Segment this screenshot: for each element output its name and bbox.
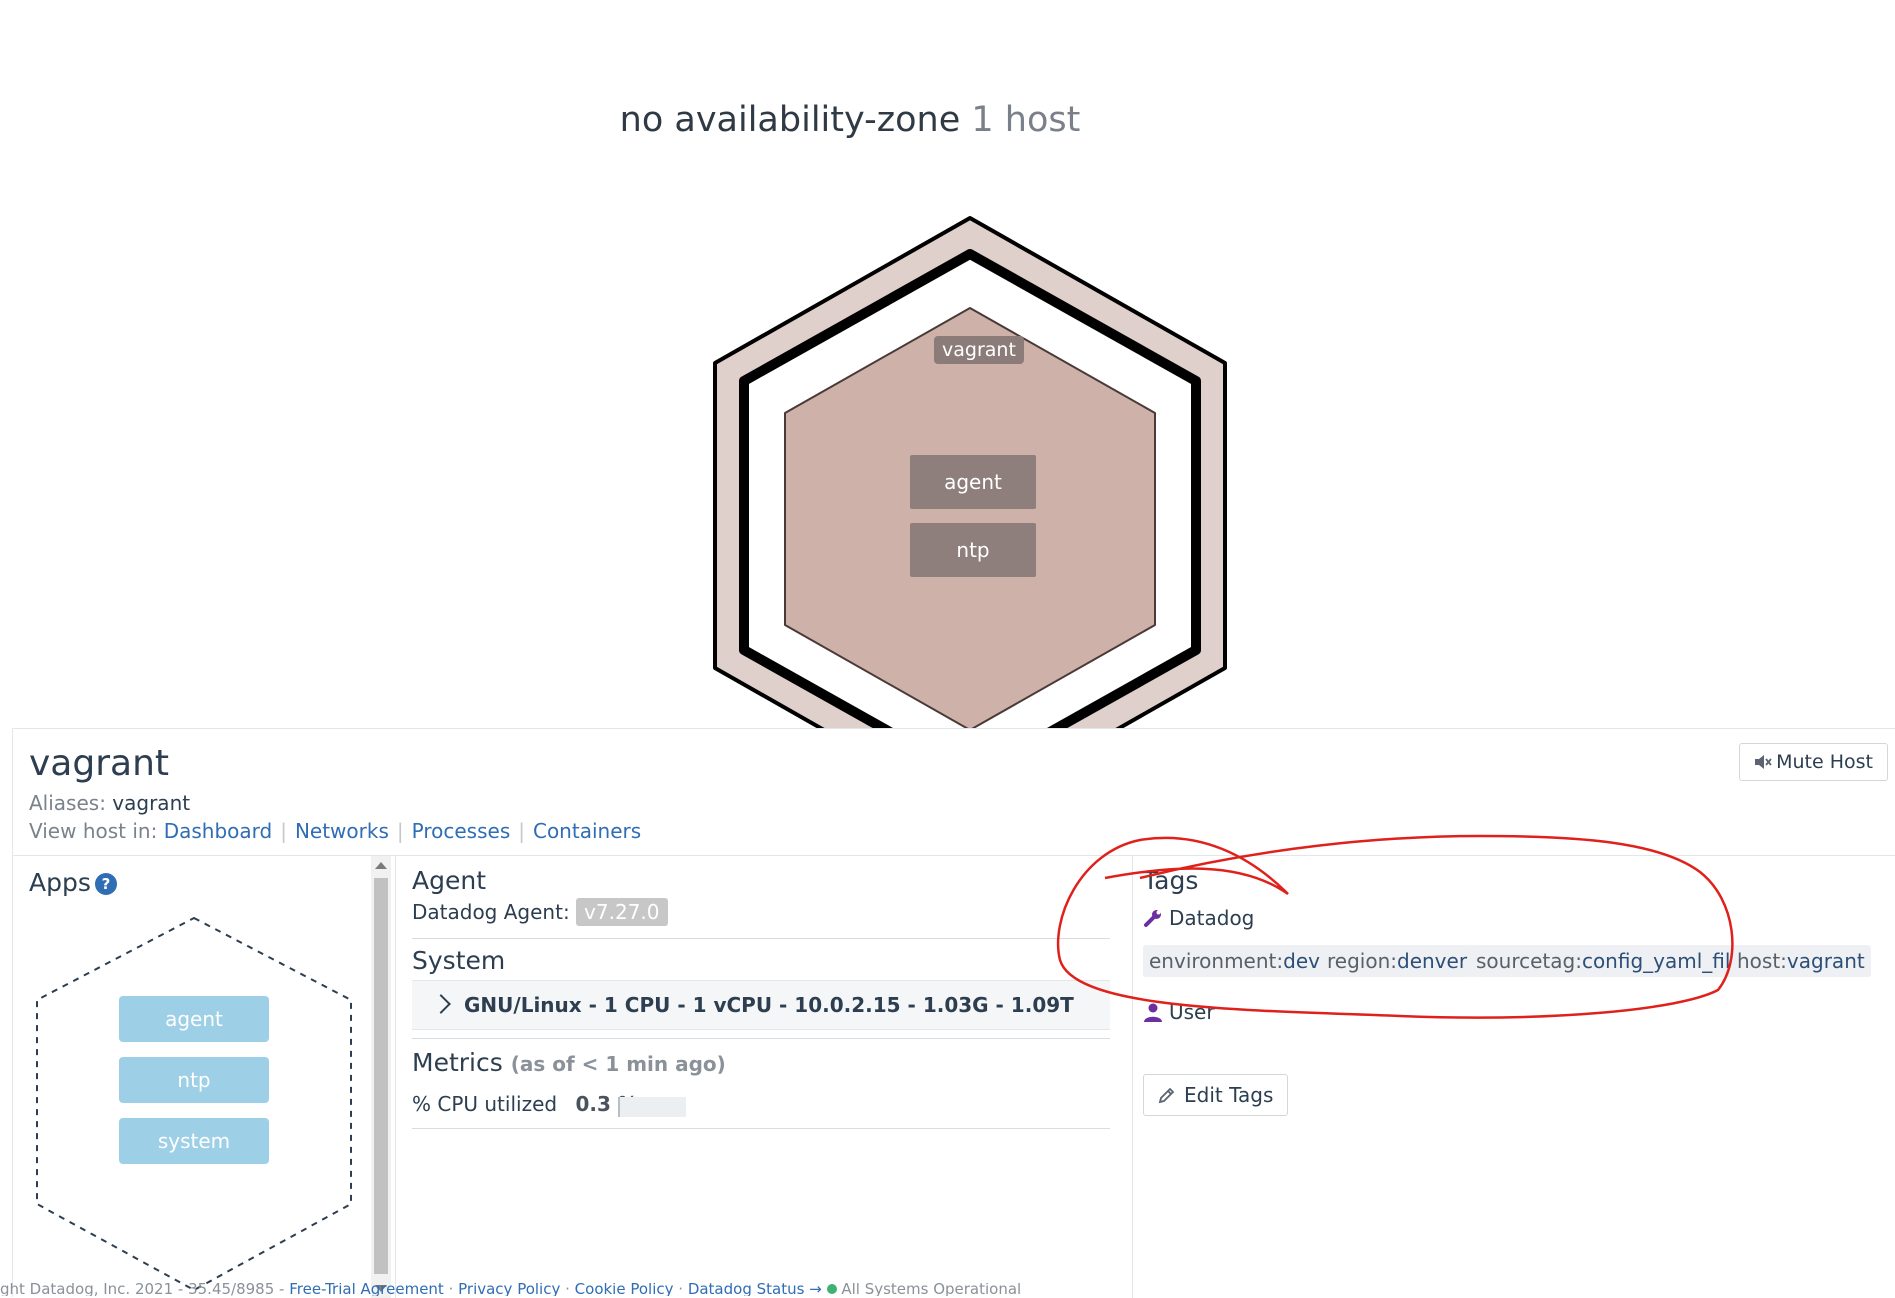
tag-key: host: [1737, 949, 1787, 973]
pencil-icon [1158, 1087, 1175, 1104]
tag-source-user-label: User [1169, 1000, 1215, 1024]
hex-app-ntp[interactable]: ntp [910, 523, 1036, 577]
link-networks[interactable]: Networks [295, 819, 389, 843]
edit-tags-button[interactable]: Edit Tags [1143, 1074, 1289, 1116]
aliases-value: vagrant [112, 791, 191, 815]
tags-section: Tags Datadog environment:dev region:denv… [1133, 856, 1895, 1298]
footer-status: All Systems Operational [841, 1283, 1022, 1296]
agent-label: Datadog Agent: [412, 900, 570, 924]
speaker-mute-icon [1755, 755, 1772, 769]
host-aliases: Aliases: vagrant [29, 791, 190, 815]
apps-section: Apps ? agent ntp system [13, 856, 369, 1298]
apps-scrollbar[interactable] [371, 856, 391, 1298]
system-title: System [412, 946, 506, 975]
hex-host-label[interactable]: vagrant [934, 336, 1024, 364]
footer-copyright: ght Datadog, Inc. 2021 - 35.45/8985 - [0, 1283, 285, 1296]
wrench-icon [1144, 910, 1161, 927]
tags-title: Tags [1143, 866, 1199, 895]
host-name: vagrant [29, 743, 170, 784]
tag-source-user: User [1143, 1000, 1215, 1024]
scroll-up-icon[interactable] [375, 862, 387, 869]
link-processes[interactable]: Processes [412, 819, 511, 843]
footer: ght Datadog, Inc. 2021 - 35.45/8985 - Fr… [0, 1283, 1895, 1296]
app-system[interactable]: system [119, 1118, 269, 1164]
footer-link-privacy[interactable]: Privacy Policy [458, 1283, 560, 1296]
zone-title: no availability-zone 1 host [0, 100, 1700, 140]
tag-host[interactable]: host:vagrant [1731, 945, 1871, 977]
agent-version-line: Datadog Agent: v7.27.0 [412, 898, 668, 926]
zone-name: no availability-zone [619, 100, 961, 140]
app-ntp[interactable]: ntp [119, 1057, 269, 1103]
system-row[interactable]: GNU/Linux - 1 CPU - 1 vCPU - 10.0.2.15 -… [412, 980, 1110, 1030]
chevron-right-icon[interactable] [431, 994, 451, 1014]
tag-source-datadog: Datadog [1143, 906, 1254, 930]
tag-key: environment: [1149, 949, 1284, 973]
user-icon [1144, 1003, 1162, 1022]
tag-source-datadog-label: Datadog [1169, 906, 1255, 930]
tag-environment[interactable]: environment:dev [1143, 945, 1326, 977]
divider [412, 1038, 1110, 1039]
divider [412, 1128, 1110, 1129]
view-in-label: View host in: [29, 819, 158, 843]
hex-app-agent[interactable]: agent [910, 455, 1036, 509]
agent-version-badge: v7.27.0 [576, 898, 668, 926]
tag-value: dev [1283, 949, 1320, 973]
footer-link-cookie[interactable]: Cookie Policy [575, 1283, 674, 1296]
app-agent[interactable]: agent [119, 996, 269, 1042]
divider [412, 938, 1110, 939]
footer-link-status[interactable]: Datadog Status → [688, 1283, 822, 1296]
aliases-label: Aliases: [29, 791, 106, 815]
agent-title: Agent [412, 866, 486, 895]
cpu-usage-bar [618, 1097, 686, 1117]
tag-value: denver [1397, 949, 1468, 973]
host-detail-panel: vagrant Aliases: vagrant View host in: D… [12, 728, 1895, 1298]
tag-sourcetag[interactable]: sourcetag:config_yaml_file [1470, 945, 1749, 977]
tag-value: config_yaml_file [1581, 949, 1743, 973]
apps-hexagon-outline [36, 916, 352, 1292]
tag-value: vagrant [1786, 949, 1865, 973]
metrics-title: Metrics (as of < 1 min ago) [412, 1048, 726, 1077]
tag-region[interactable]: region:denver [1321, 945, 1474, 977]
host-info-section: Agent Datadog Agent: v7.27.0 System GNU/… [395, 856, 1133, 1298]
zone-host-count: 1 host [971, 100, 1081, 140]
mute-host-button[interactable]: Mute Host [1739, 743, 1888, 781]
tag-key: sourcetag: [1476, 949, 1582, 973]
tag-key: region: [1327, 949, 1397, 973]
view-host-in: View host in: Dashboard | Networks | Process… [29, 819, 642, 843]
cpu-metric: % CPU utilized 0.3 % [412, 1092, 638, 1116]
metrics-title-text: Metrics [412, 1048, 503, 1077]
status-dot-icon [826, 1284, 837, 1294]
cpu-label: % CPU utilized [412, 1092, 558, 1116]
link-dashboard[interactable]: Dashboard [164, 819, 273, 843]
apps-title: Apps [29, 868, 91, 897]
help-icon[interactable]: ? [95, 873, 117, 895]
mute-host-label: Mute Host [1776, 751, 1873, 773]
footer-link-trial[interactable]: Free-Trial Agreement [289, 1283, 444, 1296]
system-summary: GNU/Linux - 1 CPU - 1 vCPU - 10.0.2.15 -… [464, 993, 1074, 1017]
scroll-thumb[interactable] [374, 878, 388, 1274]
edit-tags-label: Edit Tags [1184, 1083, 1274, 1107]
metrics-as-of: (as of < 1 min ago) [510, 1052, 726, 1076]
link-containers[interactable]: Containers [533, 819, 641, 843]
host-detail-body: Apps ? agent ntp system Agent Datadog Ag… [13, 855, 1895, 1298]
